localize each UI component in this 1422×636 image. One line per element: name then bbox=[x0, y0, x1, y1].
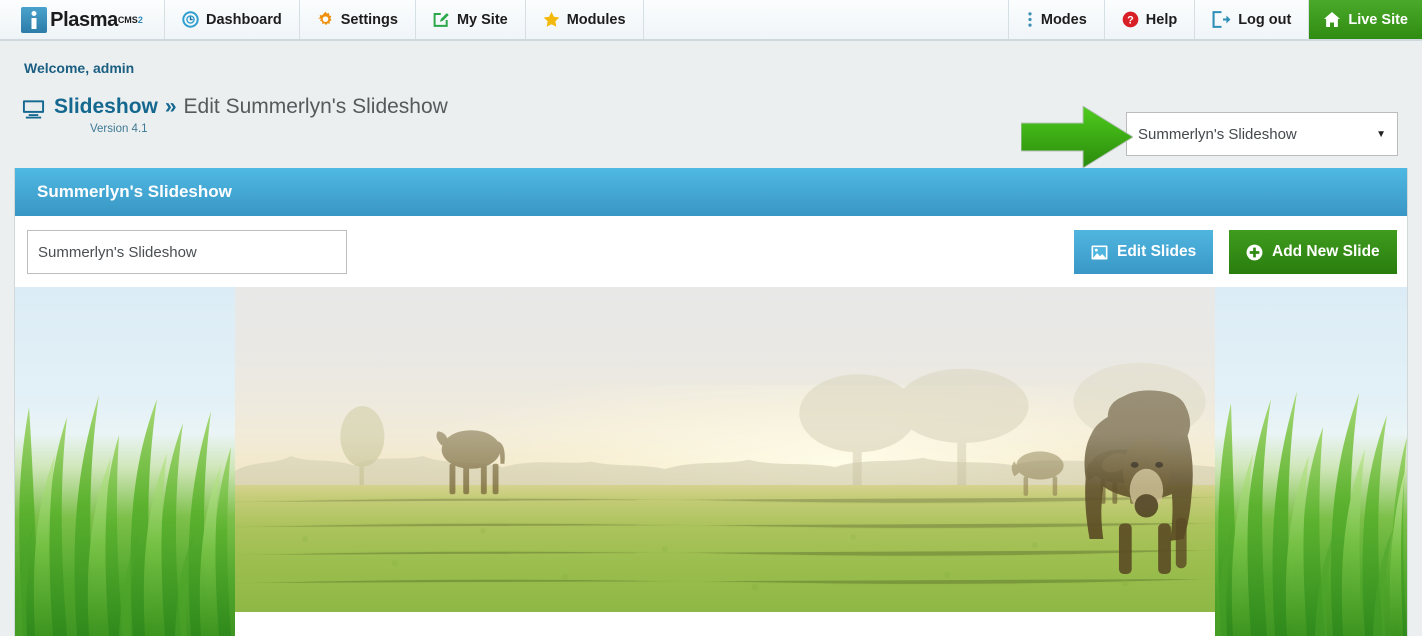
breadcrumb-main[interactable]: Slideshow bbox=[54, 96, 158, 117]
breadcrumb-separator: » bbox=[164, 95, 177, 118]
top-navigation-bar: Plasma CMS2 Dashboard Settings My Site Mo… bbox=[0, 0, 1422, 41]
nav-item-help-label: Help bbox=[1145, 11, 1178, 28]
slideshow-preview-stage bbox=[15, 287, 1407, 636]
plus-circle-icon bbox=[1246, 244, 1263, 261]
nav-spacer bbox=[644, 0, 1009, 39]
panel-body: Edit Slides Add New Slide bbox=[15, 216, 1407, 636]
breadcrumb: Slideshow » Edit Summerlyn's Slideshow V… bbox=[22, 96, 448, 135]
clock-icon bbox=[182, 11, 199, 28]
nav-item-live-site[interactable]: Live Site bbox=[1309, 0, 1422, 39]
slide-grass-left[interactable] bbox=[15, 287, 235, 636]
svg-text:?: ? bbox=[1127, 15, 1134, 27]
question-circle-icon: ? bbox=[1122, 11, 1139, 28]
cow-silhouette-foreground bbox=[1084, 390, 1193, 575]
star-icon bbox=[543, 11, 560, 28]
slideshow-title-input[interactable] bbox=[27, 230, 347, 274]
nav-item-settings[interactable]: Settings bbox=[300, 0, 416, 39]
info-i-logo-icon bbox=[21, 6, 48, 33]
brand-logo-plasma-cms[interactable]: Plasma CMS2 bbox=[0, 0, 165, 39]
add-new-slide-button-label: Add New Slide bbox=[1272, 243, 1380, 260]
edit-square-icon bbox=[433, 11, 450, 28]
slideshow-selector-dropdown[interactable]: Summerlyn's Slideshow ▼ bbox=[1126, 112, 1398, 156]
slide-grass-right[interactable] bbox=[1215, 287, 1407, 636]
panel-header-title: Summerlyn's Slideshow bbox=[37, 182, 232, 201]
annotation-arrow-to-selector bbox=[1021, 106, 1133, 168]
vertical-dots-icon bbox=[1026, 11, 1034, 28]
brand-superscript: CMS2 bbox=[118, 15, 143, 25]
slide-pasture-main[interactable] bbox=[235, 287, 1215, 612]
breadcrumb-current: Edit Summerlyn's Slideshow bbox=[183, 95, 448, 118]
slideshow-editor-panel: Summerlyn's Slideshow Edit Slides Add Ne… bbox=[14, 168, 1408, 636]
welcome-message: Welcome, admin bbox=[24, 60, 135, 76]
cow-silhouette-left bbox=[436, 430, 505, 495]
gear-icon bbox=[317, 11, 334, 28]
nav-item-help[interactable]: ? Help bbox=[1105, 0, 1196, 39]
nav-item-modules-label: Modules bbox=[566, 11, 626, 28]
brand-sup-cms: CMS bbox=[117, 14, 138, 25]
nav-item-settings-label: Settings bbox=[340, 11, 398, 28]
nav-item-modules[interactable]: Modules bbox=[526, 0, 644, 39]
nav-item-modes-label: Modes bbox=[1040, 11, 1087, 28]
cow-silhouette-far-right bbox=[1011, 451, 1064, 497]
image-icon bbox=[1091, 244, 1108, 260]
chevron-down-icon: ▼ bbox=[1376, 128, 1386, 140]
nav-item-log-out[interactable]: Log out bbox=[1195, 0, 1310, 39]
version-label: Version 4.1 bbox=[90, 123, 148, 135]
nav-item-dashboard-label: Dashboard bbox=[206, 11, 282, 28]
slideshow-selector-value: Summerlyn's Slideshow bbox=[1138, 125, 1297, 143]
edit-slides-button-label: Edit Slides bbox=[1117, 243, 1197, 260]
brand-name: Plasma bbox=[50, 8, 118, 31]
home-icon bbox=[1323, 11, 1341, 28]
monitor-icon bbox=[22, 99, 45, 119]
brand-sup-number: 2 bbox=[137, 14, 143, 25]
nav-item-live-site-label: Live Site bbox=[1348, 11, 1408, 28]
nav-item-my-site[interactable]: My Site bbox=[416, 0, 526, 39]
edit-slides-button[interactable]: Edit Slides bbox=[1074, 230, 1214, 274]
nav-item-my-site-label: My Site bbox=[456, 11, 508, 28]
add-new-slide-button[interactable]: Add New Slide bbox=[1229, 230, 1397, 274]
panel-header: Summerlyn's Slideshow bbox=[15, 168, 1407, 216]
logout-arrow-icon bbox=[1212, 11, 1231, 28]
nav-item-dashboard[interactable]: Dashboard bbox=[165, 0, 300, 39]
nav-item-modes[interactable]: Modes bbox=[1009, 0, 1105, 39]
nav-item-log-out-label: Log out bbox=[1238, 11, 1292, 28]
